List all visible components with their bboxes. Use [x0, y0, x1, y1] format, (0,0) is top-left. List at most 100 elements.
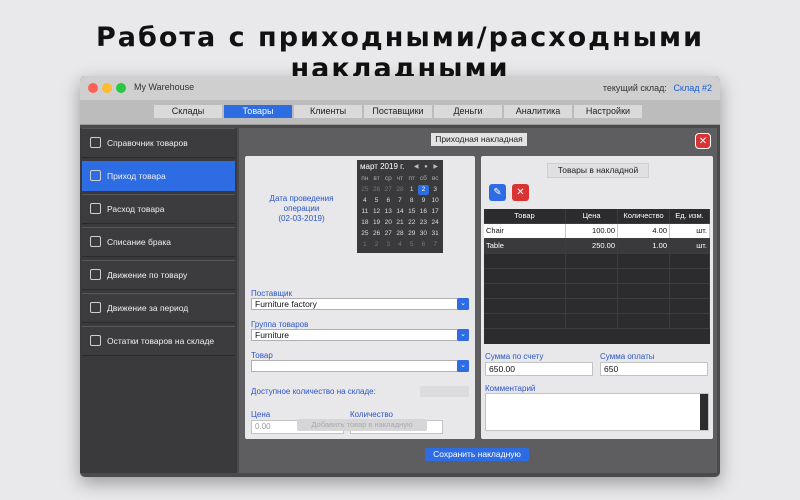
calendar-day[interactable]: 26: [371, 185, 383, 195]
calendar-day[interactable]: 3: [382, 240, 394, 250]
tab-3[interactable]: Поставщики: [364, 105, 432, 118]
sidebar-item-2[interactable]: Расход товара: [82, 194, 235, 224]
comment-scrollbar[interactable]: [700, 394, 708, 430]
minimize-window-button[interactable]: [102, 83, 112, 93]
save-invoice-button[interactable]: Сохранить накладную: [425, 448, 529, 461]
calendar-day[interactable]: 25: [359, 185, 371, 195]
column-header[interactable]: Цена: [566, 209, 618, 223]
calendar-day[interactable]: 3: [429, 185, 441, 195]
calendar-day[interactable]: 23: [418, 218, 430, 228]
table-cell-empty: [618, 269, 670, 283]
calendar-day[interactable]: 28: [394, 185, 406, 195]
table-cell: 250.00: [566, 239, 618, 253]
close-icon[interactable]: ✕: [695, 133, 711, 149]
calendar-day[interactable]: 1: [406, 185, 418, 195]
sidebar-item-label: Движение за период: [107, 303, 189, 313]
supplier-select[interactable]: Furniture factory ⌄: [251, 298, 469, 310]
calendar-day[interactable]: 27: [382, 185, 394, 195]
tab-5[interactable]: Аналитика: [504, 105, 572, 118]
calendar-day[interactable]: 17: [429, 207, 441, 217]
sidebar-item-4[interactable]: Движение по товару: [82, 260, 235, 290]
current-warehouse-link[interactable]: Склад #2: [673, 83, 712, 93]
calendar-day[interactable]: 20: [382, 218, 394, 228]
calendar-day[interactable]: 6: [418, 240, 430, 250]
sidebar-item-5[interactable]: Движение за период: [82, 293, 235, 323]
calendar-day[interactable]: 26: [371, 229, 383, 239]
add-item-button[interactable]: Добавить товар в накладную: [297, 419, 427, 431]
calendar-day[interactable]: 7: [394, 196, 406, 206]
comment-textarea[interactable]: [485, 393, 709, 431]
chevron-down-icon[interactable]: ⌄: [457, 329, 469, 341]
calendar-day[interactable]: 4: [359, 196, 371, 206]
sidebar-item-6[interactable]: Остатки товаров на складе: [82, 326, 235, 356]
group-select[interactable]: Furniture ⌄: [251, 329, 469, 341]
calendar-day[interactable]: 2: [371, 240, 383, 250]
column-header[interactable]: Товар: [484, 209, 566, 223]
sidebar-item-0[interactable]: Справочник товаров: [82, 128, 235, 158]
calendar-day[interactable]: 25: [359, 229, 371, 239]
edit-pencil-icon[interactable]: ✎: [489, 184, 506, 201]
sidebar-item-label: Справочник товаров: [107, 138, 188, 148]
sidebar-item-1[interactable]: Приход товара: [82, 161, 235, 191]
calendar-weekday: чт: [396, 175, 404, 182]
box-in-icon: [90, 170, 101, 181]
product-select[interactable]: ⌄: [251, 360, 469, 372]
calendar-day[interactable]: 9: [418, 196, 430, 206]
delete-icon[interactable]: ✕: [512, 184, 529, 201]
calendar-day[interactable]: 31: [429, 229, 441, 239]
price-label: Цена: [251, 410, 271, 419]
calendar-day[interactable]: 30: [418, 229, 430, 239]
date-picker[interactable]: март 2019 г. ◀ ● ▶ пн вт ср чт пт сб вс 25 26 27 2…: [357, 160, 443, 253]
calendar-day[interactable]: 14: [394, 207, 406, 217]
table-row[interactable]: Chair 100.00 4.00 шт.: [484, 224, 710, 239]
calendar-day[interactable]: 1: [359, 240, 371, 250]
banner-title: Работа с приходными/расходными накладным…: [95, 22, 705, 84]
invoice-sum-field[interactable]: 650.00: [485, 362, 593, 376]
calendar-day[interactable]: 5: [406, 240, 418, 250]
zoom-window-button[interactable]: [116, 83, 126, 93]
calendar-day[interactable]: 15: [406, 207, 418, 217]
column-header[interactable]: Ед. изм.: [670, 209, 710, 223]
calendar-day[interactable]: 8: [406, 196, 418, 206]
calendar-day[interactable]: 19: [371, 218, 383, 228]
tab-4[interactable]: Деньги: [434, 105, 502, 118]
tab-6[interactable]: Настройки: [574, 105, 642, 118]
paid-sum-field[interactable]: 650: [600, 362, 708, 376]
calendar-day[interactable]: 28: [394, 229, 406, 239]
table-cell: 100.00: [566, 224, 618, 238]
chevron-down-icon[interactable]: ⌄: [457, 298, 469, 310]
calendar-day[interactable]: 18: [359, 218, 371, 228]
calendar-day[interactable]: 4: [394, 240, 406, 250]
table-cell: Table: [484, 239, 566, 253]
calendar-day[interactable]: 11: [359, 207, 371, 217]
tab-2[interactable]: Клиенты: [294, 105, 362, 118]
column-header[interactable]: Количество: [618, 209, 670, 223]
close-window-button[interactable]: [88, 83, 98, 93]
calendar-day[interactable]: 27: [382, 229, 394, 239]
calendar-day[interactable]: 29: [406, 229, 418, 239]
table-cell-empty: [484, 269, 566, 283]
invoice-items-panel: Товары в накладной ✎ ✕ Товар Цена Количест…: [481, 156, 713, 439]
calendar-day[interactable]: 2: [417, 185, 430, 195]
calendar-nav-icons[interactable]: ◀ ● ▶: [414, 163, 440, 170]
sidebar-item-3[interactable]: Списание брака: [82, 227, 235, 257]
calendar-day[interactable]: 21: [394, 218, 406, 228]
table-cell-empty: [618, 314, 670, 328]
calendar-day[interactable]: 7: [429, 240, 441, 250]
tab-0[interactable]: Склады: [154, 105, 222, 118]
tab-1[interactable]: Товары: [224, 105, 292, 118]
table-cell-empty: [566, 299, 618, 313]
calendar-day[interactable]: 10: [429, 196, 441, 206]
calendar-day[interactable]: 22: [406, 218, 418, 228]
calendar-day[interactable]: 12: [371, 207, 383, 217]
calendar-day[interactable]: 24: [429, 218, 441, 228]
invoice-sum-label: Сумма по счету: [485, 352, 544, 361]
calendar-day[interactable]: 5: [371, 196, 383, 206]
table-row[interactable]: Table 250.00 1.00 шт.: [484, 239, 710, 254]
chevron-down-icon[interactable]: ⌄: [457, 360, 469, 372]
calendar-weekday: пт: [408, 175, 415, 182]
table-row-empty: [484, 284, 710, 299]
calendar-day[interactable]: 6: [382, 196, 394, 206]
calendar-day[interactable]: 13: [382, 207, 394, 217]
calendar-day[interactable]: 16: [418, 207, 430, 217]
